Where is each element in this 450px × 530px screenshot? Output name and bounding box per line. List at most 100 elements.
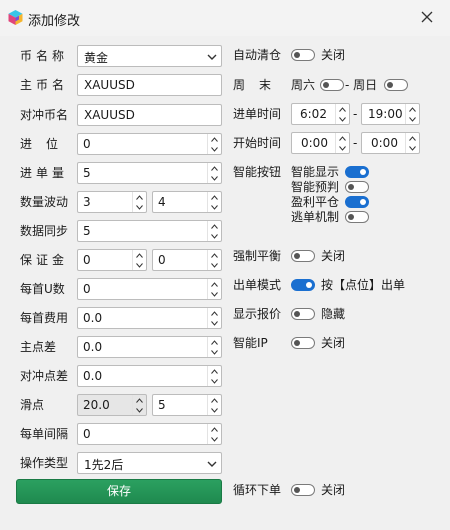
volume-wave-min-up-button[interactable] [133, 192, 146, 202]
per-u-spinbox[interactable]: 0 [77, 278, 222, 300]
entry-volume-spinbox[interactable]: 5 [77, 162, 222, 184]
slippage-max-spinbox[interactable]: 5 [152, 394, 222, 416]
hedge-spread-down-button[interactable] [208, 376, 221, 386]
entry-time-label: 进单时间 [233, 107, 282, 121]
per-fee-spinbox[interactable]: 0.0 [77, 307, 222, 329]
smart-ip-toggle[interactable] [291, 337, 315, 349]
margin-max-up-button[interactable] [208, 250, 221, 260]
hedge-spread-spinbox[interactable]: 0.0 [77, 365, 222, 387]
slippage-min-spinbox[interactable]: 20.0 [77, 394, 147, 416]
start-time-start-down-button[interactable] [336, 143, 349, 153]
auto-clear-toggle[interactable] [291, 49, 315, 61]
margin-max-spinbox[interactable]: 0 [152, 249, 222, 271]
start-time-end-down-button[interactable] [406, 143, 419, 153]
start-time-start-spinbox[interactable]: 0:00 [291, 132, 350, 154]
op-type-select[interactable]: 1先2后 [77, 452, 222, 474]
entry-level-spinbox[interactable]: 0 [77, 133, 222, 155]
margin-min-down-button[interactable] [133, 260, 146, 270]
entry-level-down-button[interactable] [208, 144, 221, 154]
hedge-symbol-input[interactable]: XAUUSD [77, 104, 222, 126]
data-sync-value: 5 [83, 224, 91, 238]
profit-close-label: 盈利平仓 [291, 195, 340, 209]
order-mode-state: 按【点位】出单 [321, 278, 406, 292]
order-interval-spinbox[interactable]: 0 [77, 423, 222, 445]
save-button[interactable]: 保存 [16, 479, 222, 504]
volume-wave-min-spinbox[interactable]: 3 [77, 191, 147, 213]
slippage-max-up-button[interactable] [208, 395, 221, 405]
escape-mechanism-toggle[interactable] [345, 211, 369, 223]
entry-volume-down-button[interactable] [208, 173, 221, 183]
entry-time-end-up-button[interactable] [406, 104, 419, 114]
order-interval-up-button[interactable] [208, 424, 221, 434]
margin-max-down-button[interactable] [208, 260, 221, 270]
caret-up-icon [409, 135, 416, 141]
entry-time-start-up-button[interactable] [336, 104, 349, 114]
show-quote-toggle[interactable] [291, 308, 315, 320]
hedge-spread-up-button[interactable] [208, 366, 221, 376]
entry-volume-up-button[interactable] [208, 163, 221, 173]
entry-level-value: 0 [83, 137, 91, 151]
symbol-name-label: 币名称 [20, 49, 69, 63]
per-u-label: 每首U数 [20, 282, 65, 296]
per-u-up-button[interactable] [208, 279, 221, 289]
force-balance-state: 关闭 [321, 249, 346, 263]
start-time-label: 开始时间 [233, 136, 282, 150]
start-time-start-value: 0:00 [301, 136, 328, 150]
smart-display-toggle[interactable] [345, 166, 369, 178]
entry-volume-value: 5 [83, 166, 91, 180]
caret-up-icon [211, 310, 218, 316]
main-symbol-input[interactable]: XAUUSD [77, 74, 222, 96]
margin-min-spinbox[interactable]: 0 [77, 249, 147, 271]
caret-up-icon [339, 135, 346, 141]
caret-down-icon [211, 146, 218, 152]
per-u-down-button[interactable] [208, 289, 221, 299]
start-time-end-spinbox[interactable]: 0:00 [361, 132, 420, 154]
auto-clear-label: 自动清仓 [233, 48, 282, 62]
caret-up-icon [136, 194, 143, 200]
start-time-start-up-button[interactable] [336, 133, 349, 143]
slippage-min-down-button[interactable] [133, 405, 146, 415]
smart-predict-toggle[interactable] [345, 181, 369, 193]
force-balance-toggle[interactable] [291, 250, 315, 262]
volume-wave-min-down-button[interactable] [133, 202, 146, 212]
data-sync-spinbox[interactable]: 5 [77, 220, 222, 242]
main-spread-spinbox[interactable]: 0.0 [77, 336, 222, 358]
volume-wave-max-up-button[interactable] [208, 192, 221, 202]
caret-down-icon [211, 262, 218, 268]
volume-wave-max-value: 4 [158, 195, 166, 209]
weekend-label: 周末 [233, 78, 286, 92]
slippage-min-up-button[interactable] [133, 395, 146, 405]
profit-close-toggle[interactable] [345, 196, 369, 208]
per-fee-up-button[interactable] [208, 308, 221, 318]
caret-down-icon [136, 407, 143, 413]
hedge-spread-value: 0.0 [83, 369, 103, 383]
start-time-end-up-button[interactable] [406, 133, 419, 143]
loop-order-toggle[interactable] [291, 484, 315, 496]
saturday-toggle[interactable] [320, 79, 344, 91]
main-spread-up-button[interactable] [208, 337, 221, 347]
order-mode-toggle[interactable] [291, 279, 315, 291]
data-sync-up-button[interactable] [208, 221, 221, 231]
order-mode-label: 出单模式 [233, 278, 282, 292]
caret-up-icon [211, 368, 218, 374]
entry-time-end-down-button[interactable] [406, 114, 419, 124]
smart-buttons-label: 智能按钮 [233, 165, 282, 179]
main-spread-down-button[interactable] [208, 347, 221, 357]
symbol-name-select[interactable]: 黄金 [77, 45, 222, 67]
volume-wave-max-down-button[interactable] [208, 202, 221, 212]
margin-min-up-button[interactable] [133, 250, 146, 260]
caret-up-icon [339, 106, 346, 112]
order-interval-down-button[interactable] [208, 434, 221, 444]
close-button[interactable] [404, 0, 450, 34]
entry-time-start-spinbox[interactable]: 6:02 [291, 103, 350, 125]
entry-time-start-down-button[interactable] [336, 114, 349, 124]
show-quote-state: 隐藏 [321, 307, 346, 321]
per-fee-label: 每首费用 [20, 311, 69, 325]
sunday-toggle[interactable] [384, 79, 408, 91]
entry-level-up-button[interactable] [208, 134, 221, 144]
entry-time-end-spinbox[interactable]: 19:00 [361, 103, 420, 125]
volume-wave-max-spinbox[interactable]: 4 [152, 191, 222, 213]
slippage-max-down-button[interactable] [208, 405, 221, 415]
per-fee-down-button[interactable] [208, 318, 221, 328]
data-sync-down-button[interactable] [208, 231, 221, 241]
